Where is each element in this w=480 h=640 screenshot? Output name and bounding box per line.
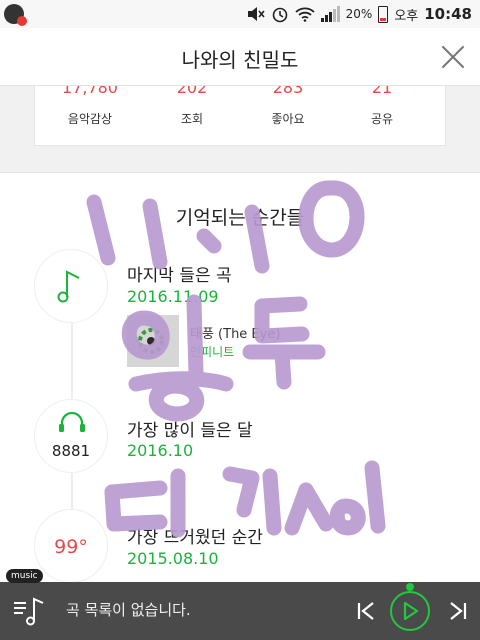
alarm-icon [272, 7, 287, 23]
status-bar: 20% 오후 10:48 [0, 0, 480, 28]
next-track-button[interactable] [442, 596, 472, 626]
hot-degree: 99° [54, 536, 88, 558]
playback-indicator-dot [406, 583, 414, 591]
song-artist[interactable]: 인피니트 [190, 343, 234, 360]
music-tag: music [6, 569, 43, 583]
stat-value: 202 [176, 86, 208, 97]
stat-value: 21 [371, 86, 393, 97]
hottest-moment-date: 2015.08.10 [127, 549, 219, 568]
most-listened-month-label: 가장 많이 들은 달 [127, 421, 253, 441]
timeline-circle: 99° [34, 509, 108, 583]
battery-icon [378, 5, 389, 23]
play-button[interactable] [390, 591, 430, 631]
wifi-icon [295, 7, 315, 22]
stat-label: 좋아요 [271, 112, 305, 126]
volume-mute-icon [247, 7, 265, 21]
most-listened-month-date: 2016.10 [127, 441, 194, 460]
previous-track-button[interactable] [352, 596, 382, 626]
hottest-moment-label: 가장 뜨거웠던 순간 [127, 528, 263, 548]
album-art[interactable] [127, 315, 179, 367]
stat-likes: 283 좋아요 [243, 86, 333, 127]
timeline-circle [34, 249, 108, 323]
stat-value: 17,780 [62, 86, 118, 97]
stat-label: 공유 [370, 112, 394, 126]
song-title[interactable]: 태풍 (The Eye) [190, 323, 280, 342]
timeline-circle: 8881 [34, 399, 108, 473]
section-title: 기억되는 순간들 [175, 207, 305, 229]
music-note-icon [57, 270, 80, 303]
ampm: 오후 [394, 8, 419, 24]
app-notification-icon [4, 4, 27, 26]
last-song-label: 마지막 들은 곡 [127, 266, 232, 286]
memorable-moments-card: 기억되는 순간들 마지막 들은 곡 2016.11.09 태풍 (The Eye… [0, 172, 480, 583]
signal-icon [320, 6, 340, 22]
close-button[interactable] [440, 44, 466, 70]
stat-listening: 17,780 음악감상 [45, 86, 135, 127]
stats-card: 17,780 음악감상 202 조회 283 좋아요 21 공유 [34, 86, 446, 146]
clock: 10:48 [424, 5, 472, 23]
last-song-date: 2016.11.09 [127, 287, 219, 306]
title-bar: 나와의 친밀도 [0, 28, 480, 86]
battery-percent: 20% [345, 7, 373, 21]
stat-views: 202 조회 [147, 86, 237, 127]
status-icons: 20% 오후 10:48 [247, 4, 472, 24]
player-empty-text: 곡 목록이 없습니다. [66, 601, 191, 619]
listen-count: 8881 [51, 442, 91, 460]
playlist-icon[interactable] [12, 595, 46, 627]
stat-shares: 21 공유 [337, 86, 427, 127]
stat-label: 음악감상 [67, 112, 113, 126]
stat-label: 조회 [180, 112, 204, 126]
stat-value: 283 [272, 86, 304, 97]
page-title: 나와의 친밀도 [181, 48, 299, 72]
